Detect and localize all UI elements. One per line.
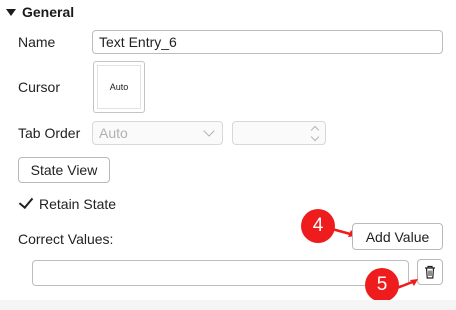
annotation-badge-5: 5 <box>365 268 399 302</box>
correct-value-input[interactable] <box>32 260 409 286</box>
tab-order-number-input[interactable] <box>232 121 326 145</box>
retain-state-label: Retain State <box>39 196 117 212</box>
properties-panel: General Name Text Entry_6 Cursor Auto Ta… <box>0 0 456 310</box>
tab-order-select-value: Auto <box>99 125 128 141</box>
cursor-value: Auto <box>109 82 129 92</box>
name-input-value: Text Entry_6 <box>99 34 177 50</box>
correct-values-label: Correct Values: <box>18 231 114 247</box>
cursor-picker[interactable]: Auto <box>93 61 145 113</box>
spinner-down-icon[interactable] <box>310 132 320 142</box>
panel-footer <box>0 300 456 310</box>
state-view-button[interactable]: State View <box>18 157 110 183</box>
tab-order-select[interactable]: Auto <box>92 121 223 145</box>
caret-down-icon[interactable] <box>6 8 16 16</box>
tab-order-label: Tab Order <box>18 125 81 141</box>
add-value-button[interactable]: Add Value <box>352 223 443 250</box>
name-label: Name <box>18 34 56 50</box>
retain-state-checkbox[interactable] <box>18 195 34 211</box>
section-header-general[interactable]: General <box>6 3 74 21</box>
cursor-label: Cursor <box>18 79 61 95</box>
trash-icon <box>425 265 435 279</box>
add-value-button-label: Add Value <box>365 228 430 245</box>
annotation-badge-5-number: 5 <box>376 274 388 295</box>
chevron-down-icon <box>203 125 215 137</box>
name-input[interactable]: Text Entry_6 <box>92 30 443 54</box>
annotation-badge-4-number: 4 <box>312 215 324 236</box>
section-title: General <box>22 4 75 20</box>
cursor-preview: Auto <box>97 65 141 109</box>
state-view-button-label: State View <box>30 162 98 178</box>
